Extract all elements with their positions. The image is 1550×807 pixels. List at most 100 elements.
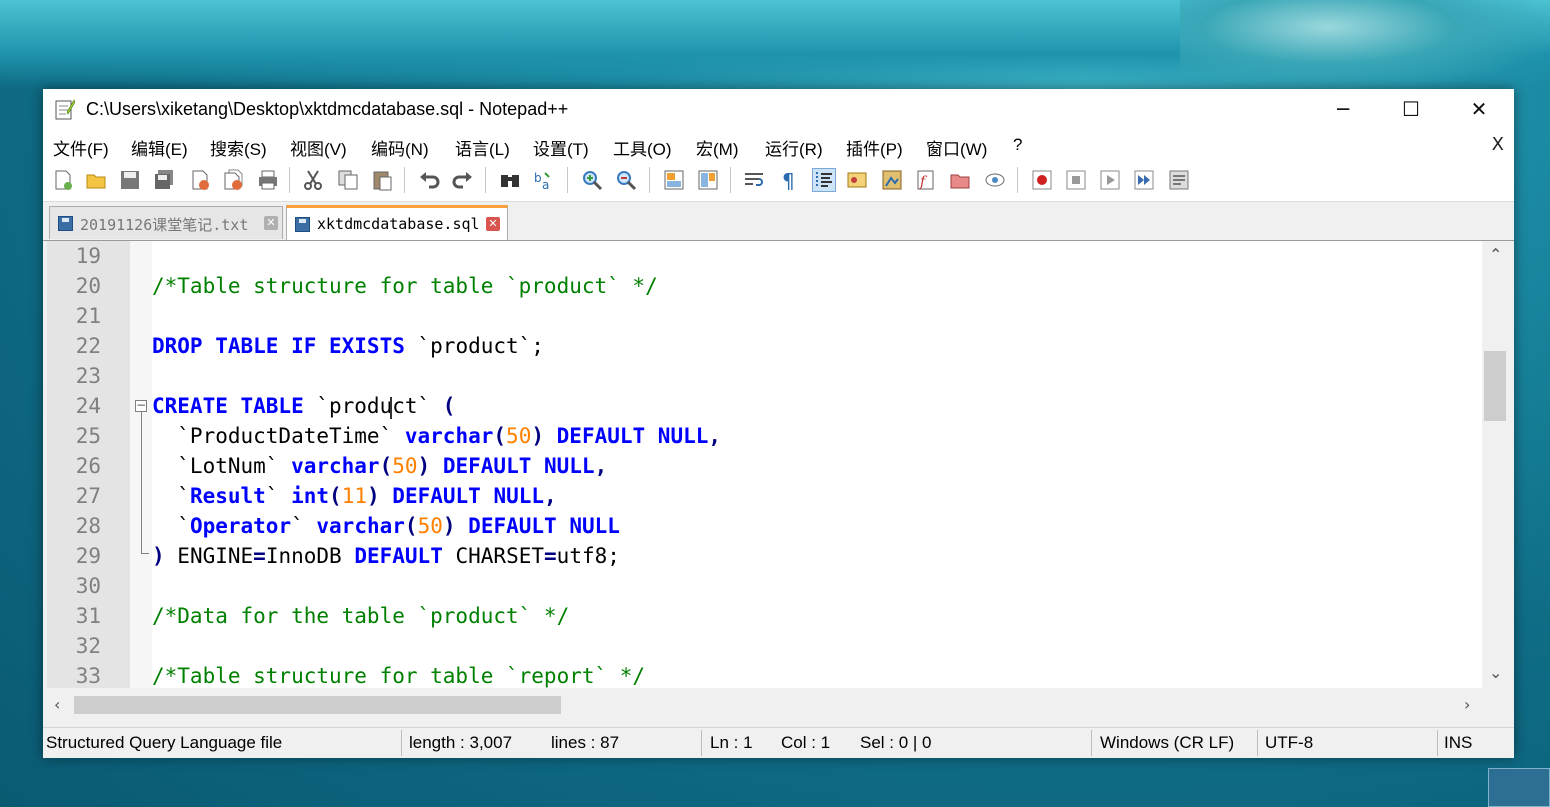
toolbar-separator [567, 167, 568, 193]
code-text: `Result` int(11) DEFAULT NULL, [152, 484, 557, 508]
menu-help[interactable]: ? [1013, 135, 1022, 155]
status-separator [701, 730, 702, 756]
line-number: 29 [75, 544, 101, 568]
tab-xktdmcdatabase-sql[interactable]: xktdmcdatabase.sql ✕ [286, 205, 508, 240]
save-all-icon[interactable] [153, 169, 175, 191]
line-number: 21 [75, 304, 101, 328]
saved-disk-icon [295, 217, 310, 232]
cut-icon[interactable] [302, 169, 324, 191]
play-macro-icon[interactable] [1099, 169, 1121, 191]
title-bar[interactable]: C:\Users\xiketang\Desktop\xktdmcdatabase… [43, 89, 1514, 129]
sync-vertical-icon[interactable] [663, 169, 685, 191]
save-macro-icon[interactable] [1168, 169, 1190, 191]
redo-icon[interactable] [452, 169, 474, 191]
menu-bar: 文件(F) 编辑(E) 搜索(S) 视图(V) 编码(N) 语言(L) 设置(T… [43, 129, 1514, 159]
close-document-x[interactable]: X [1492, 134, 1504, 155]
vertical-scroll-thumb[interactable] [1484, 351, 1506, 421]
print-icon[interactable] [257, 169, 279, 191]
line-number: 31 [75, 604, 101, 628]
menu-encoding[interactable]: 编码(N) [371, 135, 429, 160]
tab-close-icon[interactable]: ✕ [264, 216, 278, 230]
scroll-down-arrow-icon[interactable]: ⌄ [1489, 663, 1502, 682]
horizontal-scrollbar[interactable]: ‹ › [47, 689, 1482, 721]
close-all-icon[interactable] [223, 169, 245, 191]
copy-icon[interactable] [337, 169, 359, 191]
line-number: 20 [75, 274, 101, 298]
show-all-chars-icon[interactable]: ¶ [777, 169, 799, 191]
new-file-icon[interactable] [52, 169, 74, 191]
scroll-left-arrow-icon[interactable]: ‹ [54, 695, 60, 714]
menu-edit[interactable]: 编辑(E) [131, 135, 188, 160]
text-cursor-ibeam [390, 397, 392, 419]
status-encoding[interactable]: UTF-8 [1265, 733, 1313, 753]
status-column: Col : 1 [781, 733, 831, 752]
maximize-button[interactable]: ☐ [1377, 89, 1445, 129]
line-number: 30 [75, 574, 101, 598]
code-editor[interactable]: 19 20 /*Table structure for table `produ… [47, 241, 1482, 688]
monitoring-icon[interactable] [984, 169, 1006, 191]
menu-window[interactable]: 窗口(W) [926, 135, 987, 160]
menu-file[interactable]: 文件(F) [53, 135, 109, 160]
udl-icon[interactable] [846, 169, 868, 191]
paste-icon[interactable] [371, 169, 393, 191]
line-number: 19 [75, 244, 101, 268]
status-insert-mode[interactable]: INS [1444, 733, 1472, 753]
undo-icon[interactable] [418, 169, 440, 191]
editor-line: 24 − CREATE TABLE `product` ( [47, 391, 1482, 421]
run-macro-multiple-icon[interactable] [1133, 169, 1155, 191]
stop-macro-icon[interactable] [1065, 169, 1087, 191]
toolbar-separator [1017, 167, 1018, 193]
toolbar-separator [730, 167, 731, 193]
vertical-scrollbar[interactable]: ⌃ ⌄ [1482, 241, 1510, 688]
sync-horizontal-icon[interactable] [697, 169, 719, 191]
function-list-icon[interactable]: f [915, 169, 937, 191]
minimize-button[interactable]: ─ [1309, 89, 1377, 129]
editor-line: 32 [47, 631, 1482, 661]
status-selection: Sel : 0 | 0 [860, 733, 932, 752]
replace-icon[interactable]: ba [533, 169, 555, 191]
menu-plugins[interactable]: 插件(P) [846, 135, 903, 160]
status-file-type: Structured Query Language file [46, 733, 283, 752]
line-number: 22 [75, 334, 101, 358]
fold-guide-line [141, 412, 142, 554]
status-eol[interactable]: Windows (CR LF) [1100, 733, 1234, 753]
code-text: CREATE TABLE `product` ( [152, 394, 456, 418]
toolbar-separator [649, 167, 650, 193]
menu-view[interactable]: 视图(V) [290, 135, 347, 160]
desktop-shortcut-icon[interactable] [1488, 768, 1550, 807]
fold-guide-end [141, 553, 149, 554]
doc-map-icon[interactable] [881, 169, 903, 191]
fold-toggle-icon[interactable]: − [135, 399, 147, 412]
menu-language[interactable]: 语言(L) [455, 135, 510, 160]
menu-settings[interactable]: 设置(T) [533, 135, 589, 160]
horizontal-scroll-thumb[interactable] [74, 696, 561, 714]
word-wrap-icon[interactable] [743, 169, 765, 191]
scroll-up-arrow-icon[interactable]: ⌃ [1489, 245, 1502, 264]
menu-search[interactable]: 搜索(S) [210, 135, 267, 160]
tab-notes-txt[interactable]: 20191126课堂笔记.txt ✕ [49, 206, 283, 239]
zoom-out-icon[interactable] [615, 169, 637, 191]
line-number: 33 [75, 664, 101, 688]
scroll-right-arrow-icon[interactable]: › [1464, 695, 1470, 714]
save-icon[interactable] [119, 169, 141, 191]
close-icon[interactable] [189, 169, 211, 191]
code-text: `Operator` varchar(50) DEFAULT NULL [152, 514, 620, 538]
unsaved-disk-icon [58, 216, 73, 231]
indent-guide-icon[interactable] [812, 168, 836, 192]
open-file-icon[interactable] [85, 169, 107, 191]
zoom-in-icon[interactable] [581, 169, 603, 191]
editor-line: 33 /*Table structure for table `report` … [47, 661, 1482, 688]
menu-run[interactable]: 运行(R) [765, 135, 823, 160]
tab-close-icon[interactable]: ✕ [486, 217, 500, 231]
close-button[interactable]: ✕ [1445, 89, 1513, 129]
line-number: 25 [75, 424, 101, 448]
code-text: `ProductDateTime` varchar(50) DEFAULT NU… [152, 424, 722, 448]
menu-macro[interactable]: 宏(M) [696, 135, 738, 160]
find-icon[interactable] [499, 169, 521, 191]
record-macro-icon[interactable] [1031, 169, 1053, 191]
window-title: C:\Users\xiketang\Desktop\xktdmcdatabase… [86, 99, 569, 119]
toolbar-separator [289, 167, 290, 193]
menu-tools[interactable]: 工具(O) [613, 135, 672, 160]
toolbar-separator [485, 167, 486, 193]
folder-workspace-icon[interactable] [949, 169, 971, 191]
